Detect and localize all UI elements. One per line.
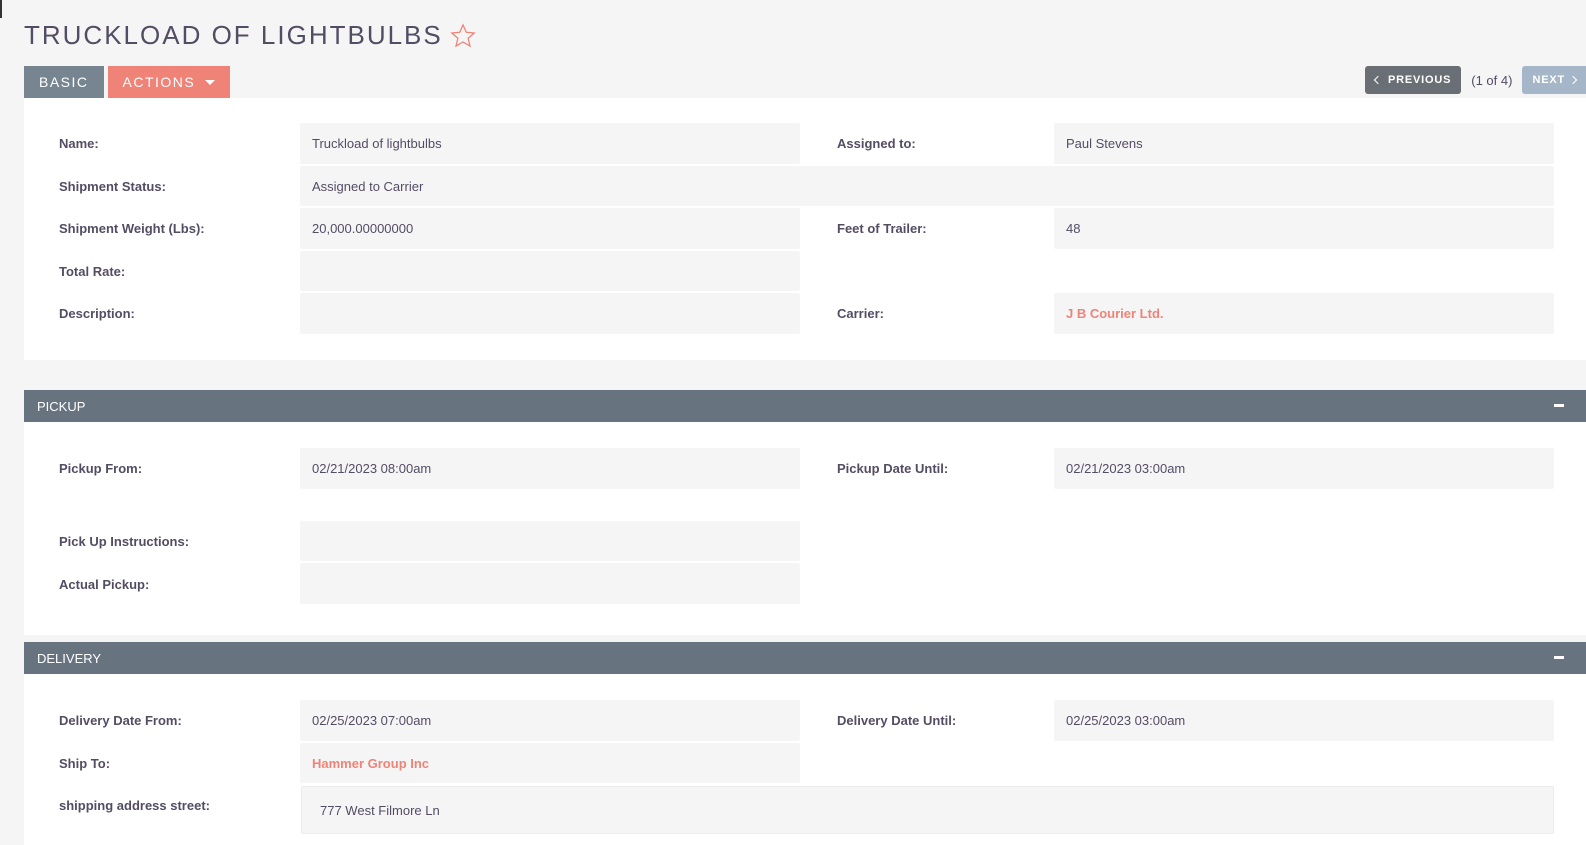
previous-label: PREVIOUS [1388, 74, 1452, 86]
description-label: Description: [59, 306, 135, 321]
ship-to-link[interactable]: Hammer Group Inc [312, 756, 429, 771]
ship-to-label: Ship To: [59, 756, 111, 771]
delivery-from-label: Delivery Date From: [59, 713, 182, 728]
delivery-from-value: 02/25/2023 07:00am [312, 713, 432, 728]
chevron-left-icon [1373, 75, 1383, 85]
record-count: (1 of 4) [1471, 72, 1513, 88]
actual-pickup-label: Actual Pickup: [59, 577, 150, 592]
shipping-street-value: 777 West Filmore Ln [320, 802, 440, 818]
collapse-pickup-icon[interactable] [1554, 404, 1564, 407]
name-label: Name: [59, 136, 99, 151]
caret-down-icon [205, 79, 216, 85]
assigned-to-label: Assigned to: [837, 136, 916, 151]
title-row: TRUCKLOAD OF LIGHTBULBS [24, 20, 477, 51]
collapse-delivery-icon[interactable] [1554, 656, 1564, 659]
delivery-until-label: Delivery Date Until: [837, 713, 957, 728]
pickup-section-header[interactable]: PICKUP [24, 390, 1586, 422]
delivery-section-title: DELIVERY [37, 650, 102, 666]
record-tabs: BASIC ACTIONS [24, 66, 234, 98]
carrier-field: J B Courier Ltd. [1054, 293, 1554, 334]
delivery-from-field[interactable]: 02/25/2023 07:00am [300, 700, 800, 741]
total-rate-field[interactable] [300, 251, 800, 291]
feet-of-trailer-label: Feet of Trailer: [837, 221, 927, 236]
next-label: NEXT [1532, 74, 1565, 86]
delivery-section-header[interactable]: DELIVERY [24, 642, 1586, 674]
page-title: TRUCKLOAD OF LIGHTBULBS [24, 20, 443, 50]
carrier-link[interactable]: J B Courier Ltd. [1066, 306, 1164, 321]
pickup-from-value: 02/21/2023 08:00am [312, 461, 432, 476]
text-cursor [0, 0, 2, 18]
shipment-status-field[interactable]: Assigned to Carrier [300, 166, 1554, 206]
tab-basic[interactable]: BASIC [24, 66, 104, 98]
pickup-until-label: Pickup Date Until: [837, 461, 949, 476]
shipment-weight-label: Shipment Weight (Lbs): [59, 221, 205, 236]
pickup-instructions-label: Pick Up Instructions: [59, 534, 190, 549]
chevron-right-icon [1568, 75, 1578, 85]
feet-of-trailer-value: 48 [1066, 221, 1081, 236]
shipment-weight-field[interactable]: 20,000.00000000 [300, 208, 800, 249]
shipping-street-field[interactable]: 777 West Filmore Ln [301, 786, 1554, 834]
delivery-until-value: 02/25/2023 03:00am [1066, 713, 1186, 728]
feet-of-trailer-field[interactable]: 48 [1054, 208, 1554, 249]
ship-to-field: Hammer Group Inc [300, 743, 800, 783]
total-rate-label: Total Rate: [59, 264, 126, 279]
actions-dropdown-button[interactable]: ACTIONS [107, 66, 231, 98]
next-button[interactable]: NEXT [1522, 66, 1586, 94]
pickup-from-label: Pickup From: [59, 461, 143, 476]
description-field[interactable] [300, 293, 800, 334]
pickup-from-field[interactable]: 02/21/2023 08:00am [300, 448, 800, 489]
actions-label: ACTIONS [122, 74, 196, 90]
actual-pickup-field[interactable] [300, 563, 800, 604]
shipment-status-label: Shipment Status: [59, 179, 166, 194]
carrier-label: Carrier: [837, 306, 884, 321]
name-value: Truckload of lightbulbs [312, 136, 442, 151]
shipment-weight-value: 20,000.00000000 [312, 221, 414, 236]
pickup-section-title: PICKUP [37, 398, 86, 414]
shipping-street-label: shipping address street: [59, 798, 210, 813]
shipment-status-value: Assigned to Carrier [312, 178, 424, 194]
assigned-to-value: Paul Stevens [1066, 136, 1143, 151]
pickup-until-field[interactable]: 02/21/2023 03:00am [1054, 448, 1554, 489]
star-outline-icon[interactable] [449, 22, 477, 50]
name-field[interactable]: Truckload of lightbulbs [300, 123, 800, 164]
delivery-until-field[interactable]: 02/25/2023 03:00am [1054, 700, 1554, 741]
pickup-instructions-field[interactable] [300, 521, 800, 561]
pickup-until-value: 02/21/2023 03:00am [1066, 461, 1186, 476]
assigned-to-field[interactable]: Paul Stevens [1054, 123, 1554, 164]
previous-button[interactable]: PREVIOUS [1365, 66, 1462, 94]
record-pager: PREVIOUS (1 of 4) NEXT [1365, 66, 1586, 94]
